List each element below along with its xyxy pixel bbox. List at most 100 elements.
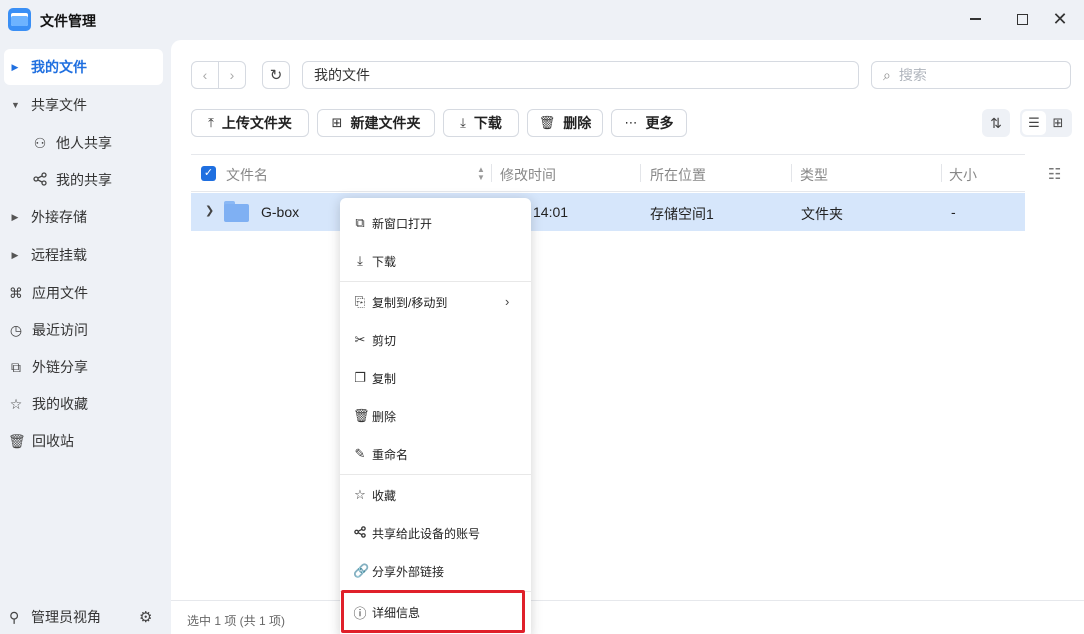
status-text: 选中 1 项 (共 1 项) (187, 614, 286, 628)
app-logo-icon (8, 8, 31, 31)
sidebar-item-label: 外接存储 (31, 209, 87, 225)
chevron-right-icon: › (229, 67, 235, 83)
table-header: ✓ 文件名 ▲ ▼ 修改时间 所在位置 类型 大小 (191, 154, 1025, 192)
search-box[interactable]: ⌕ (871, 61, 1071, 89)
chevron-right-icon[interactable]: ❯ (205, 204, 214, 217)
chevron-right-icon: › (505, 294, 510, 309)
sidebar-item-external-share[interactable]: ⧉ 外链分享 (4, 349, 163, 385)
menu-item-label: 新窗口打开 (372, 216, 433, 231)
open-external-icon: ⧉ (355, 215, 365, 230)
file-type: 文件夹 (801, 206, 843, 222)
sidebar-item-external-storage[interactable]: ▶ 外接存储 (4, 199, 163, 235)
external-share-icon: ⧉ (11, 358, 21, 375)
column-name[interactable]: 文件名 (226, 165, 268, 185)
admin-view-label[interactable]: 管理员视角 (31, 607, 101, 627)
sidebar-item-favorites[interactable]: ☆ 我的收藏 (4, 386, 163, 422)
menu-item-download[interactable]: ⤓ 下载 (340, 244, 531, 278)
menu-item-label: 复制 (372, 371, 397, 386)
context-menu: ⧉ 新窗口打开 ⤓ 下载 ⎘ 复制到/移动到 › ✂ 剪切 ❐ 复制 🗑 删除 … (340, 198, 531, 634)
sidebar-item-label: 我的文件 (31, 59, 87, 75)
column-type[interactable]: 类型 (800, 165, 828, 185)
sidebar-item-recycle-bin[interactable]: 🗑 回收站 (4, 423, 163, 459)
menu-divider (340, 474, 531, 475)
menu-item-share-accounts[interactable]: 共享给此设备的账号 (340, 516, 531, 550)
sidebar: ▶ 我的文件 ▼ 共享文件 ⚇ 他人共享 我的共享 ▶ 外接存储 ▶ 远程挂载 … (0, 40, 171, 634)
sidebar-item-shared-by-others[interactable]: ⚇ 他人共享 (4, 125, 163, 161)
minimize-button[interactable] (962, 8, 988, 30)
more-label: 更多 (645, 115, 674, 131)
caret-down-icon: ▼ (11, 100, 20, 110)
sidebar-item-label: 共享文件 (31, 97, 87, 113)
sidebar-item-label: 外链分享 (32, 359, 88, 375)
maximize-button[interactable] (1009, 8, 1035, 30)
menu-item-rename[interactable]: ✎ 重命名 (340, 437, 531, 471)
menu-item-label: 复制到/移动到 (372, 295, 448, 310)
menu-item-share-link[interactable]: 🔗 分享外部链接 (340, 554, 531, 588)
list-view-button[interactable]: ☰ (1022, 111, 1046, 135)
caret-right-icon: ▶ (11, 61, 19, 72)
more-icon: ⋯ (624, 115, 638, 130)
app-title: 文件管理 (40, 13, 96, 29)
upload-icon: ⤒ (208, 115, 214, 130)
menu-item-delete[interactable]: 🗑 删除 (340, 399, 531, 433)
table-row[interactable]: ❯ G-box 14:01 存储空间1 文件夹 - (191, 193, 1025, 231)
search-input[interactable] (898, 67, 1059, 83)
forward-button[interactable]: › (219, 62, 245, 88)
new-folder-label: 新建文件夹 (350, 115, 421, 131)
copy-move-icon: ⎘ (354, 294, 366, 309)
user-icon: ⚲ (9, 608, 20, 625)
column-settings-icon[interactable]: ☷ (1048, 165, 1061, 183)
sidebar-item-my-shares[interactable]: 我的共享 (4, 162, 163, 198)
sort-button[interactable]: ⇅ (982, 109, 1010, 137)
sidebar-item-app-files[interactable]: ⌘ 应用文件 (4, 275, 163, 311)
column-location[interactable]: 所在位置 (650, 165, 706, 185)
sidebar-item-remote-mount[interactable]: ▶ 远程挂载 (4, 237, 163, 273)
menu-item-copy-move[interactable]: ⎘ 复制到/移动到 › (340, 285, 531, 319)
sidebar-item-shared-files[interactable]: ▼ 共享文件 (4, 87, 163, 123)
view-toggle: ☰ ⊞ (1020, 109, 1072, 137)
trash-icon: 🗑 (353, 408, 370, 423)
column-divider (491, 164, 492, 182)
main-panel: ‹ › ↻ 我的文件 ⌕ ⤒ 上传文件夹 ⊞ 新建文件夹 ⤓ 下载 🗑 删除 ⋯… (171, 40, 1084, 634)
column-modified[interactable]: 修改时间 (500, 165, 556, 185)
menu-item-label: 收藏 (372, 488, 397, 503)
back-button[interactable]: ‹ (192, 62, 219, 88)
sort-icon: ⇅ (990, 114, 1002, 131)
select-all-checkbox[interactable]: ✓ (201, 166, 216, 181)
menu-item-label: 下载 (372, 254, 397, 269)
download-icon: ⤓ (357, 253, 363, 268)
menu-item-label: 重命名 (372, 447, 409, 462)
menu-item-label: 剪切 (372, 333, 397, 348)
upload-folder-button[interactable]: ⤒ 上传文件夹 (191, 109, 309, 137)
menu-divider (340, 281, 531, 282)
share-icon (32, 171, 48, 189)
list-view-icon: ☰ (1028, 115, 1040, 130)
download-button[interactable]: ⤓ 下载 (443, 109, 519, 137)
new-folder-icon: ⊞ (331, 115, 343, 130)
link-icon: 🔗 (353, 563, 370, 578)
history-nav: ‹ › (191, 61, 246, 89)
column-size[interactable]: 大小 (949, 165, 977, 185)
grid-view-button[interactable]: ⊞ (1046, 111, 1070, 135)
sidebar-item-label: 远程挂载 (31, 247, 87, 263)
menu-item-cut[interactable]: ✂ 剪切 (340, 323, 531, 357)
caret-right-icon: ▶ (11, 249, 19, 260)
menu-item-favorite[interactable]: ☆ 收藏 (340, 478, 531, 512)
menu-item-open-new-window[interactable]: ⧉ 新窗口打开 (340, 206, 531, 240)
sidebar-item-my-files[interactable]: ▶ 我的文件 (4, 49, 163, 85)
copy-icon: ❐ (354, 370, 366, 385)
close-button[interactable]: ✕ (1047, 8, 1073, 30)
clock-icon: ◷ (9, 321, 23, 338)
sidebar-footer: ⚲ 管理员视角 ⚙ (0, 600, 171, 634)
refresh-button[interactable]: ↻ (262, 61, 290, 89)
sidebar-item-recent[interactable]: ◷ 最近访问 (4, 312, 163, 348)
gear-icon[interactable]: ⚙ (139, 608, 152, 626)
path-bar[interactable]: 我的文件 (302, 61, 859, 89)
menu-item-copy[interactable]: ❐ 复制 (340, 361, 531, 395)
new-folder-button[interactable]: ⊞ 新建文件夹 (317, 109, 435, 137)
more-button[interactable]: ⋯ 更多 (611, 109, 687, 137)
delete-label: 删除 (563, 115, 592, 131)
sort-arrows-icon[interactable]: ▲ ▼ (477, 166, 485, 182)
delete-button[interactable]: 🗑 删除 (527, 109, 603, 137)
pencil-icon: ✎ (354, 446, 366, 461)
